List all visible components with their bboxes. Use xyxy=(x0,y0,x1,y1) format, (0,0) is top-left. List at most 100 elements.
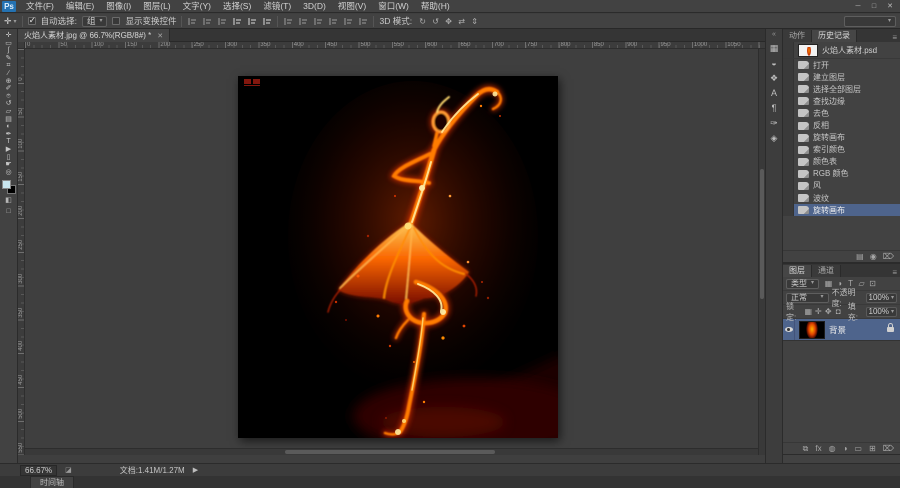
hand-tool[interactable]: ☛ xyxy=(1,161,17,169)
history-state-row[interactable]: RGB 颜色 xyxy=(783,167,900,180)
menu-item[interactable]: 图层(L) xyxy=(137,0,176,13)
menu-item[interactable]: 图像(I) xyxy=(100,0,137,13)
info-icon[interactable]: ◈ xyxy=(766,131,782,146)
3d-rotate-icon[interactable]: ↻ xyxy=(417,17,428,26)
menu-item[interactable]: 窗口(W) xyxy=(372,0,415,13)
character-icon[interactable]: A xyxy=(766,86,782,101)
menu-item[interactable]: 编辑(E) xyxy=(60,0,100,13)
lasso-tool[interactable]: ʃ xyxy=(1,47,17,55)
new-doc-from-state-button[interactable]: ▤ xyxy=(856,252,864,261)
collapse-dock-icon[interactable]: « xyxy=(772,31,776,41)
pen-tool[interactable]: ✒ xyxy=(1,131,17,139)
menu-item[interactable]: 3D(D) xyxy=(297,0,332,13)
history-state-row[interactable]: 打开 xyxy=(783,59,900,72)
history-brush-source-well[interactable] xyxy=(783,42,794,58)
layer-thumbnail[interactable] xyxy=(799,320,825,339)
align-vertical-centers-icon[interactable] xyxy=(202,16,213,26)
adjustment-layer-button[interactable]: ◑ xyxy=(843,444,848,453)
layer-row-background[interactable]: 背景 xyxy=(783,319,900,342)
panel-menu-icon[interactable]: ≡ xyxy=(889,33,900,42)
new-layer-button[interactable]: ⊞ xyxy=(869,444,876,453)
3d-drag-icon[interactable]: ✥ xyxy=(443,17,454,26)
canvas-image[interactable] xyxy=(238,76,595,463)
foreground-color-swatch[interactable] xyxy=(1,180,11,190)
eraser-tool[interactable]: ▱ xyxy=(1,108,17,116)
tool-presets-icon[interactable]: ✑ xyxy=(766,116,782,131)
menu-item[interactable]: 文字(Y) xyxy=(177,0,217,13)
3d-roll-icon[interactable]: ↺ xyxy=(430,17,441,26)
layer-style-button[interactable]: fx xyxy=(815,444,821,453)
history-state-row[interactable]: 颜色表 xyxy=(783,155,900,168)
lock-transparency-icon[interactable]: ▦ xyxy=(804,307,813,316)
distribute-vertical-centers-icon[interactable] xyxy=(298,16,309,26)
screen-mode-button[interactable]: □ xyxy=(1,208,17,216)
tab-timeline[interactable]: 时间轴 xyxy=(30,476,74,488)
tab-history[interactable]: 历史记录 xyxy=(812,30,857,42)
vertical-ruler[interactable]: 0 50 100 150 200 250 300 350 400 450 500 550 xyxy=(18,49,25,455)
healing-brush-tool[interactable]: ⊕ xyxy=(1,78,17,86)
distribute-left-edges-icon[interactable] xyxy=(328,16,339,26)
history-state-row[interactable]: 查找边缘 xyxy=(783,95,900,108)
new-snapshot-button[interactable]: ◉ xyxy=(870,252,877,261)
distribute-horizontal-centers-icon[interactable] xyxy=(343,16,354,26)
delete-layer-button[interactable]: ⌦ xyxy=(883,444,894,453)
distribute-top-edges-icon[interactable] xyxy=(283,16,294,26)
tab-actions[interactable]: 动作 xyxy=(783,30,812,42)
dodge-tool[interactable]: ◐ xyxy=(1,123,17,131)
zoom-level-field[interactable]: 66.67% xyxy=(20,464,58,476)
quick-mask-button[interactable]: ◧ xyxy=(1,197,17,205)
menu-item[interactable]: 选择(S) xyxy=(217,0,257,13)
marquee-tool[interactable]: ▭ xyxy=(1,40,17,48)
history-state-row[interactable]: 选择全部图层 xyxy=(783,83,900,96)
align-horizontal-centers-icon[interactable] xyxy=(247,16,258,26)
lock-all-icon[interactable]: ◘ xyxy=(834,307,843,316)
fill-value[interactable]: 100% ▾ xyxy=(865,306,897,317)
menu-item[interactable]: 文件(F) xyxy=(20,0,60,13)
align-right-edges-icon[interactable] xyxy=(262,16,273,26)
tab-layers[interactable]: 图层 xyxy=(783,265,812,278)
history-state-row[interactable]: 波纹 xyxy=(783,192,900,205)
filter-smart-objects-icon[interactable]: ⊡ xyxy=(868,279,877,288)
lock-pixels-icon[interactable]: ✛ xyxy=(814,307,823,316)
layer-visibility-toggle[interactable] xyxy=(783,319,795,341)
history-state-row[interactable]: 索引颜色 xyxy=(783,143,900,156)
paragraph-icon[interactable]: ¶ xyxy=(766,101,782,116)
styles-icon[interactable]: ❖ xyxy=(766,71,782,86)
history-state-row[interactable]: 旋转画布 xyxy=(783,131,900,144)
menu-item[interactable]: 视图(V) xyxy=(332,0,372,13)
clone-stamp-tool[interactable]: ⌾ xyxy=(1,93,17,101)
menu-item[interactable]: 帮助(H) xyxy=(415,0,456,13)
panel-menu-icon[interactable]: ≡ xyxy=(889,268,900,277)
layer-group-button[interactable]: ▭ xyxy=(854,444,862,453)
quick-selection-tool[interactable]: ✎ xyxy=(1,55,17,63)
history-state-row[interactable]: 去色 xyxy=(783,107,900,120)
3d-slide-icon[interactable]: ⇄ xyxy=(456,17,467,26)
canvas-horizontal-scrollbar[interactable] xyxy=(25,448,758,455)
history-state-row[interactable]: 建立图层 xyxy=(783,71,900,84)
current-tool-icon[interactable]: ✛ ▾ xyxy=(4,16,17,27)
align-bottom-edges-icon[interactable] xyxy=(217,16,228,26)
restore-button[interactable]: □ xyxy=(867,1,881,12)
move-tool[interactable]: ✛ xyxy=(1,32,17,40)
tab-channels[interactable]: 通道 xyxy=(812,265,841,278)
swatches-icon[interactable]: ▦ xyxy=(766,41,782,56)
eyedropper-tool[interactable]: ∕ xyxy=(1,70,17,78)
adjustments-icon[interactable]: ◒ xyxy=(766,56,782,71)
delete-state-button[interactable]: ⌦ xyxy=(883,252,894,261)
path-selection-tool[interactable]: ▶ xyxy=(1,146,17,154)
opacity-value[interactable]: 100% ▾ xyxy=(865,292,897,303)
auto-select-checkbox[interactable] xyxy=(27,15,36,26)
auto-select-target-dropdown[interactable]: 组 ▾ xyxy=(81,15,108,27)
link-layers-button[interactable]: ⧉ xyxy=(803,444,809,454)
brush-tool[interactable]: ✐ xyxy=(1,85,17,93)
lock-position-icon[interactable]: ✥ xyxy=(824,307,833,316)
3d-scale-icon[interactable]: ⇕ xyxy=(469,17,480,26)
history-state-row[interactable]: 风 xyxy=(783,179,900,193)
zoom-tool[interactable]: ◎ xyxy=(1,169,17,177)
tab-close-icon[interactable]: ✕ xyxy=(157,32,163,40)
align-top-edges-icon[interactable] xyxy=(187,16,198,26)
distribute-right-edges-icon[interactable] xyxy=(358,16,369,26)
rectangle-tool[interactable]: ▯ xyxy=(1,154,17,162)
history-brush-tool[interactable]: ↺ xyxy=(1,100,17,108)
history-state-row[interactable]: 旋转画布 xyxy=(783,204,900,217)
